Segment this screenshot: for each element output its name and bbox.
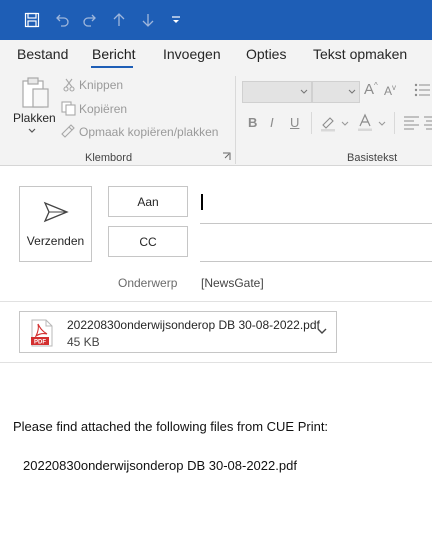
- clipboard-group-label: Klembord: [85, 152, 133, 164]
- align-left-icon[interactable]: [404, 116, 420, 130]
- paste-button[interactable]: Plakken: [13, 111, 56, 125]
- format-painter-icon[interactable]: [60, 124, 76, 139]
- dialog-launcher-icon[interactable]: [222, 152, 231, 161]
- subject-label: Onderwerp: [118, 276, 178, 290]
- pdf-icon: PDF: [31, 319, 53, 347]
- shrink-font-button[interactable]: Av: [384, 83, 396, 98]
- basic-text-group-label: Basistekst: [347, 152, 398, 164]
- header-divider: [0, 301, 432, 302]
- tab-tekst-opmaken[interactable]: Tekst opmaken: [313, 46, 407, 62]
- cc-button[interactable]: CC: [108, 226, 188, 257]
- attachment-filename: 20220830onderwijsonderop DB 30-08-2022.p…: [67, 318, 320, 332]
- format-painter-button[interactable]: Opmaak kopiëren/plakken: [79, 125, 218, 139]
- undo-icon[interactable]: [52, 10, 72, 30]
- down-arrow-icon[interactable]: [138, 10, 158, 30]
- grow-font-button[interactable]: A^: [364, 81, 378, 98]
- ribbon: Plakken Knippen Kopiëren Opmaak kopiëren…: [0, 68, 432, 166]
- send-icon: [43, 201, 69, 223]
- highlight-icon[interactable]: [319, 114, 337, 132]
- subject-field[interactable]: [NewsGate]: [201, 276, 264, 290]
- cc-field-underline: [200, 261, 432, 262]
- pdf-badge-text: PDF: [34, 340, 46, 346]
- text-cursor: [201, 194, 203, 210]
- ribbon-separator: [311, 112, 312, 134]
- underline-button[interactable]: U: [290, 115, 299, 130]
- tab-bericht[interactable]: Bericht: [92, 46, 136, 62]
- attachment-size: 45 KB: [67, 335, 100, 349]
- paste-icon[interactable]: [20, 77, 50, 109]
- attachment-card[interactable]: PDF 20220830onderwijsonderop DB 30-08-20…: [19, 311, 337, 353]
- align-center-icon[interactable]: [424, 116, 432, 130]
- ribbon-separator: [235, 76, 236, 164]
- font-name-dropdown[interactable]: [242, 81, 312, 103]
- tab-invoegen[interactable]: Invoegen: [163, 46, 221, 62]
- chevron-down-icon[interactable]: [341, 121, 349, 127]
- bold-button[interactable]: B: [248, 115, 257, 130]
- cut-icon[interactable]: [62, 78, 76, 92]
- body-text: Please find attached the following files…: [13, 419, 329, 434]
- to-field[interactable]: [206, 192, 426, 212]
- tab-bestand[interactable]: Bestand: [17, 46, 68, 62]
- redo-icon[interactable]: [80, 10, 100, 30]
- send-label: Verzenden: [26, 234, 85, 248]
- tab-opties[interactable]: Opties: [246, 46, 286, 62]
- cut-button[interactable]: Knippen: [79, 78, 123, 92]
- chevron-down-icon[interactable]: [316, 326, 328, 336]
- copy-button[interactable]: Kopiëren: [79, 102, 127, 116]
- copy-icon[interactable]: [61, 101, 76, 116]
- send-button[interactable]: Verzenden: [19, 186, 92, 262]
- body-attachment-name: 20220830onderwijsonderop DB 30-08-2022.p…: [23, 458, 297, 473]
- ribbon-tabs: Bestand Bericht Invoegen Opties Tekst op…: [0, 40, 432, 68]
- message-body[interactable]: Please find attached the following files…: [0, 363, 432, 540]
- bullet-list-icon[interactable]: [414, 83, 430, 97]
- customize-icon[interactable]: [166, 10, 186, 30]
- italic-button[interactable]: I: [270, 115, 274, 130]
- ribbon-separator: [394, 112, 395, 134]
- up-arrow-icon[interactable]: [109, 10, 129, 30]
- save-icon[interactable]: [22, 10, 42, 30]
- to-field-underline: [200, 223, 432, 224]
- cc-field[interactable]: [206, 236, 426, 256]
- chevron-down-icon[interactable]: [378, 121, 386, 127]
- font-color-icon[interactable]: [356, 113, 374, 132]
- title-bar: [0, 0, 432, 40]
- to-button[interactable]: Aan: [108, 186, 188, 217]
- chevron-down-icon[interactable]: [28, 128, 36, 134]
- font-size-dropdown[interactable]: [312, 81, 360, 103]
